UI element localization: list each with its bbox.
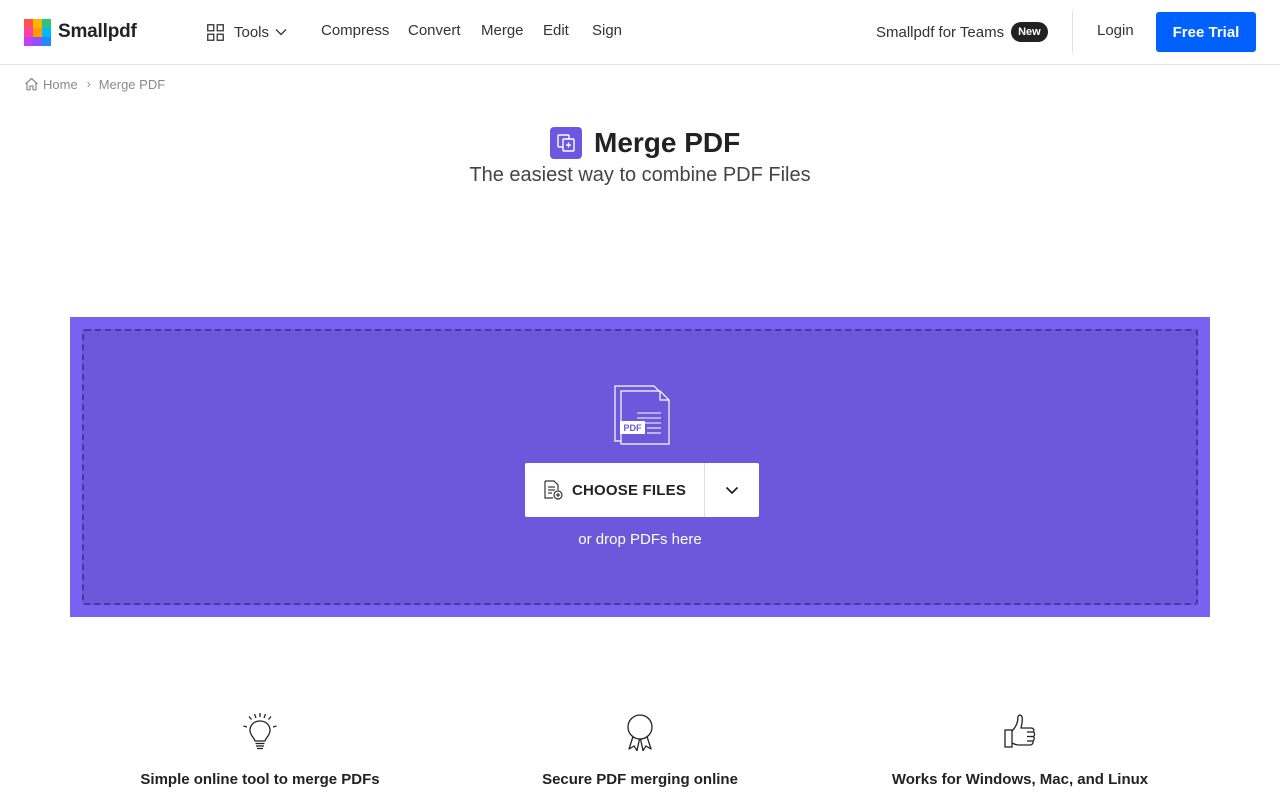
dropzone-dashed-area[interactable]: PDF CHOOSE FILES or drop PDFs here [82, 329, 1198, 605]
file-dropzone[interactable]: PDF CHOOSE FILES or drop PDFs here [70, 317, 1210, 617]
nav-edit[interactable]: Edit [543, 22, 569, 42]
chevron-down-icon [725, 486, 739, 494]
home-icon [25, 77, 38, 91]
nav-compress[interactable]: Compress [321, 22, 389, 42]
smallpdf-for-teams-link[interactable]: Smallpdf for Teams New [876, 21, 1048, 43]
header-divider [1072, 11, 1073, 53]
chevron-down-icon [275, 29, 287, 36]
drop-hint: or drop PDFs here [578, 531, 702, 548]
login-link[interactable]: Login [1097, 22, 1134, 39]
breadcrumb: Home › Merge PDF [24, 75, 165, 93]
smallpdf-logo-mark [24, 18, 51, 46]
feature-cross-platform: Works for Windows, Mac, and Linux [830, 712, 1210, 788]
feature-secure-merging: Secure PDF merging online [450, 712, 830, 788]
tools-menu-button[interactable]: Tools [207, 22, 287, 42]
logo-tile [24, 27, 33, 37]
add-file-icon [544, 480, 563, 500]
feature-title: Secure PDF merging online [542, 771, 738, 788]
award-ribbon-icon [627, 714, 653, 752]
page-title: Merge PDF [594, 127, 741, 158]
breadcrumb-home-label: Home [43, 76, 78, 92]
choose-files-control: CHOOSE FILES [525, 463, 759, 517]
nav-convert[interactable]: Convert [408, 22, 461, 42]
feature-title: Simple online tool to merge PDFs [140, 771, 380, 788]
logo-tile [24, 36, 33, 46]
smallpdf-logo[interactable]: Smallpdf [24, 18, 137, 46]
thumbs-up-icon [1004, 714, 1036, 748]
free-trial-button[interactable]: Free Trial [1156, 12, 1256, 52]
grid-icon [207, 23, 224, 41]
logo-tile [33, 18, 42, 28]
feature-simple-tool: Simple online tool to merge PDFs [70, 712, 450, 788]
merge-pdf-icon [550, 127, 582, 159]
teams-label: Smallpdf for Teams [876, 23, 1005, 41]
choose-files-label: CHOOSE FILES [571, 481, 687, 499]
nav-sign[interactable]: Sign [592, 22, 622, 42]
choose-files-button[interactable]: CHOOSE FILES [525, 463, 705, 517]
logo-tile [42, 36, 51, 46]
pdf-badge-text: PDF [624, 423, 643, 433]
breadcrumb-home[interactable]: Home [24, 77, 78, 92]
logo-tile [42, 18, 51, 28]
lightbulb-icon [243, 713, 277, 750]
tools-label: Tools [234, 23, 270, 41]
logo-tile [42, 27, 51, 37]
feature-title: Works for Windows, Mac, and Linux [891, 771, 1149, 788]
breadcrumb-current: Merge PDF [98, 76, 166, 92]
new-badge: New [1011, 22, 1048, 42]
logo-tile [24, 18, 33, 28]
brand-name: Smallpdf [58, 21, 137, 42]
choose-source-dropdown[interactable] [705, 463, 759, 517]
logo-tile [33, 27, 42, 37]
page-subtitle: The easiest way to combine PDF Files [469, 164, 811, 186]
logo-tile [33, 36, 42, 46]
nav-merge[interactable]: Merge [481, 22, 524, 42]
top-header: Smallpdf Tools Compress Convert Merge Ed… [0, 0, 1280, 65]
pdf-files-illustration: PDF [614, 385, 670, 445]
breadcrumb-separator: › [86, 77, 91, 91]
page-heading: Merge PDF [550, 126, 740, 160]
